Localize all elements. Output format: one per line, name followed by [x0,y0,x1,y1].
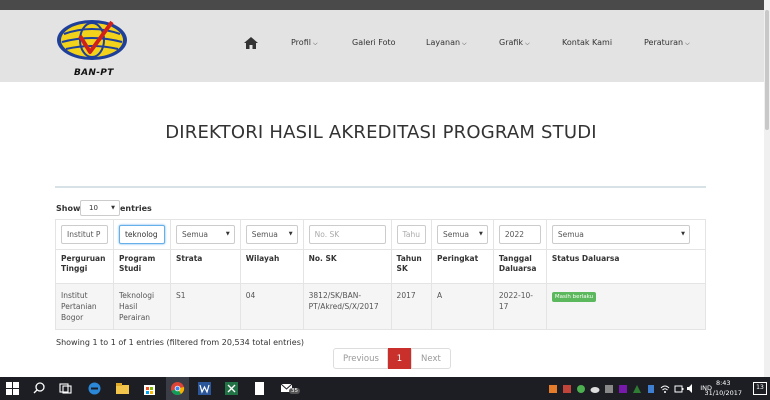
show-label: Show [56,204,81,213]
chevron-down-icon: ⌵ [462,40,467,47]
chevron-down-icon: ⌵ [685,40,690,47]
column-header[interactable]: Program Studi [112,249,171,284]
chevron-down-icon: ⌵ [525,40,530,47]
table-row: Institut Pertanian Bogor Teknologi Hasil… [55,283,707,330]
column-header[interactable]: Tanggal Daluarsa [492,249,547,284]
cell-perguruan-tinggi: Institut Pertanian Bogor [55,283,114,330]
scrollbar-thumb[interactable] [765,10,769,130]
previous-page-button[interactable]: Previous [333,348,388,369]
panel-top-border [55,186,706,188]
filter-tanggal-input[interactable]: 2022 [498,225,541,244]
store-icon[interactable] [142,381,157,396]
action-center-notification-icon[interactable]: 13 [753,382,767,395]
column-header[interactable]: Perguruan Tinggi [55,249,114,284]
caret-down-icon: ▼ [111,205,115,211]
tray-app-icon[interactable] [576,381,586,396]
main-nav: Profil ⌵ Galeri Foto Layanan ⌵ Grafik ⌵ Kon… [0,10,770,82]
caret-down-icon: ▼ [479,231,483,237]
accreditation-table: Institut P teknolog Semua ▼ Semua ▼ No. SK… [55,219,707,330]
search-icon[interactable] [32,381,47,396]
entries-label: entries [120,204,152,213]
filter-wilayah-select[interactable]: Semua ▼ [245,225,298,244]
nav-item-galeri-foto[interactable]: Galeri Foto [352,38,396,47]
caret-down-icon: ▼ [225,231,230,237]
filter-program-studi-input[interactable]: teknolog [118,225,165,244]
excel-icon[interactable] [224,381,239,396]
browser-top-strip [0,0,770,10]
column-header[interactable]: Status Daluarsa [545,249,707,284]
chrome-icon[interactable] [170,381,185,396]
tray-app-icon[interactable] [632,381,642,396]
windows-taskbar: 35 IND 8:43 31/10/2017 13 [0,377,770,400]
document-icon[interactable] [252,381,267,396]
tray-app-icon[interactable] [562,381,572,396]
cell-no-sk: 3812/SK/BAN-PT/Akred/S/X/2017 [302,283,392,330]
filter-tahun-input[interactable]: Tahu [396,225,426,244]
word-icon[interactable] [197,381,212,396]
table-header-row: Perguruan Tinggi Program Studi Strata Wi… [55,249,707,284]
edge-browser-icon[interactable] [87,381,102,396]
status-badge: Masih berlaku [551,292,597,302]
column-header[interactable]: Peringkat [431,249,494,284]
filter-status-select[interactable]: Semua ▼ [551,225,690,244]
filter-no-sk-input[interactable]: No. SK [308,225,386,244]
column-header[interactable]: Strata [169,249,241,284]
column-header[interactable]: Wilayah [239,249,304,284]
column-header[interactable]: No. SK [302,249,392,284]
tray-app-icon[interactable] [548,381,558,396]
task-view-icon[interactable] [58,381,73,396]
nav-item-kontak-kami[interactable]: Kontak Kami [562,38,612,47]
caret-down-icon: ▼ [681,231,685,237]
mail-badge: 35 [289,388,300,394]
filter-peringkat-select[interactable]: Semua ▼ [437,225,488,244]
filter-strata-select[interactable]: Semua ▼ [175,225,235,244]
nav-item-grafik[interactable]: Grafik ⌵ [499,38,530,48]
onenote-icon[interactable] [618,381,628,396]
cell-tahun-sk: 2017 [390,283,433,330]
wifi-icon[interactable] [660,381,670,396]
system-clock[interactable]: 8:43 31/10/2017 [705,378,742,398]
cell-program-studi: Teknologi Hasil Perairan [112,283,171,330]
cell-peringkat: A [431,283,494,330]
nav-item-profil[interactable]: Profil ⌵ [291,38,318,48]
windows-start-icon[interactable] [5,381,20,396]
file-explorer-icon[interactable] [115,381,130,396]
nav-item-layanan[interactable]: Layanan ⌵ [426,38,467,48]
filter-row: Institut P teknolog Semua ▼ Semua ▼ No. SK… [55,219,707,250]
cell-status-daluarsa: Masih berlaku [545,283,707,330]
page-1-button[interactable]: 1 [388,348,411,369]
cloud-icon[interactable] [590,381,600,396]
filter-perguruan-tinggi-input[interactable]: Institut P [61,225,108,244]
battery-icon[interactable] [674,381,684,396]
cell-strata: S1 [169,283,241,330]
page-scrollbar[interactable] [764,0,770,377]
entries-per-page-select[interactable]: 10 ▼ [80,200,120,216]
pagination: Previous 1 Next [333,348,451,369]
tray-app-icon[interactable] [646,381,656,396]
column-header[interactable]: Tahun SK [390,249,433,284]
next-page-button[interactable]: Next [411,348,451,369]
caret-down-icon: ▼ [288,231,293,237]
volume-icon[interactable] [686,381,696,396]
cell-tanggal-daluarsa: 2022-10-17 [492,283,547,330]
cell-wilayah: 04 [239,283,304,330]
tray-app-icon[interactable] [604,381,614,396]
nav-item-peraturan[interactable]: Peraturan ⌵ [644,38,690,48]
chevron-down-icon: ⌵ [312,40,318,47]
home-icon[interactable] [243,36,259,50]
table-info: Showing 1 to 1 of 1 entries (filtered fr… [56,338,304,347]
page-title: DIREKTORI HASIL AKREDITASI PROGRAM STUDI [165,122,597,143]
